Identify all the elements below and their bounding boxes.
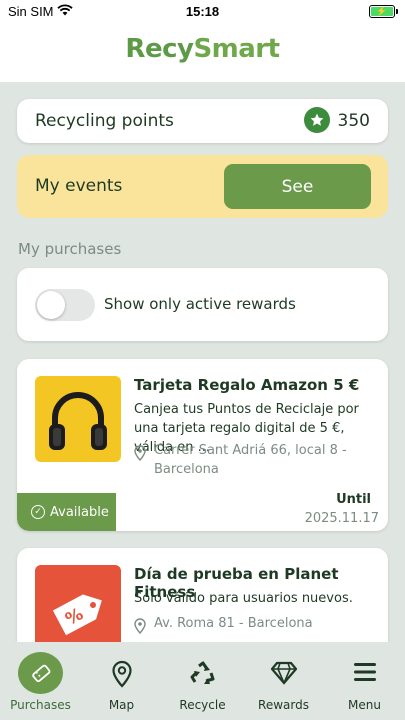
reward-address: Carrer Sant Adriá 66, local 8 - Barcelon… <box>154 443 347 477</box>
bottom-tab-bar: Purchases Map Recycle Rewards Menu <box>0 642 405 720</box>
tab-label: Recycle <box>179 698 226 712</box>
reward-card[interactable]: % Día de prueba en Planet Fitness Solo v… <box>17 548 388 642</box>
reward-card[interactable]: Tarjeta Regalo Amazon 5 € Canjea tus Pun… <box>17 359 388 531</box>
tab-menu[interactable]: Menu <box>324 642 405 720</box>
active-rewards-toggle[interactable] <box>35 289 95 321</box>
menu-icon <box>324 660 405 688</box>
purchases-section-title: My purchases <box>18 240 122 258</box>
recycling-points-card: Recycling points 350 <box>17 99 388 143</box>
location-pin-icon <box>134 618 146 635</box>
until-date: 2025.11.17 <box>304 511 379 526</box>
active-rewards-filter: Show only active rewards <box>17 268 388 341</box>
status-badge: ✓ Available <box>17 493 116 531</box>
headphones-icon <box>35 376 121 462</box>
diamond-icon <box>243 660 324 688</box>
location-pin-icon <box>134 445 146 462</box>
map-pin-icon <box>81 660 162 688</box>
tab-label: Menu <box>348 698 381 712</box>
points-value: 350 <box>337 111 370 131</box>
tab-label: Rewards <box>258 698 309 712</box>
tab-map[interactable]: Map <box>81 642 162 720</box>
recysmart-logo: RecySmart <box>125 34 280 64</box>
tab-rewards[interactable]: Rewards <box>243 642 324 720</box>
reward-title: Tarjeta Regalo Amazon 5 € <box>134 376 360 394</box>
reward-address: Av. Roma 81 - Barcelona <box>154 616 313 631</box>
recycle-icon <box>162 660 243 688</box>
tab-label: Map <box>108 698 135 712</box>
check-circle-icon: ✓ <box>31 505 45 519</box>
events-label: My events <box>35 176 123 196</box>
points-label: Recycling points <box>35 111 174 131</box>
ticket-icon <box>18 652 63 694</box>
star-icon <box>304 107 330 133</box>
status-label: Available <box>50 504 109 520</box>
toggle-knob <box>37 291 65 319</box>
my-events-card: My events See <box>17 155 388 218</box>
until-label: Until <box>336 492 371 507</box>
reward-description: Solo válido para usuarios nuevos. <box>134 591 353 606</box>
tab-purchases[interactable]: Purchases <box>0 642 81 720</box>
tab-recycle[interactable]: Recycle <box>162 642 243 720</box>
battery-icon: ⚡ <box>369 5 398 18</box>
discount-tag-icon: % <box>35 565 121 642</box>
main-panel: Recycling points 350 My events See My pu… <box>0 82 405 642</box>
status-bar: Sin SIM 15:18 ⚡ <box>0 0 405 24</box>
app-header: RecySmart <box>0 24 405 82</box>
tab-label: Purchases <box>10 698 71 712</box>
status-time: 15:18 <box>185 4 220 19</box>
filter-label: Show only active rewards <box>104 295 296 313</box>
see-events-button[interactable]: See <box>224 164 371 209</box>
